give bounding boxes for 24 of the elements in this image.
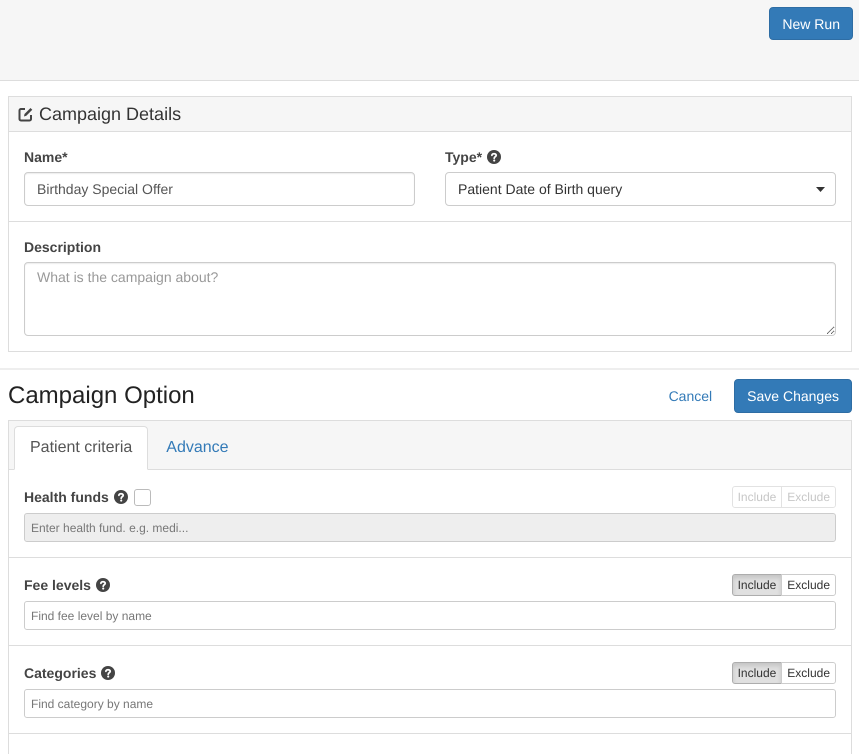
tab[interactable]: Advance: [150, 426, 245, 470]
toggle-button[interactable]: Exclude: [781, 574, 836, 596]
type-select[interactable]: Patient Date of Birth query: [445, 172, 836, 206]
toggle-button[interactable]: Exclude: [781, 662, 836, 684]
search-field[interactable]: Find category by name: [24, 689, 836, 718]
edit-icon: [18, 106, 33, 122]
toggle-button[interactable]: Include: [732, 574, 782, 596]
description-field[interactable]: What is the campaign about?: [24, 262, 836, 336]
name-input[interactable]: Birthday Special Offer: [24, 172, 415, 206]
criteria-label: Fee levels: [24, 577, 91, 593]
panel-title: Campaign Details: [39, 104, 182, 124]
new-run-button[interactable]: New Run: [769, 7, 853, 40]
criteria-label: Health funds: [24, 489, 109, 505]
section-title: Campaign Option: [8, 382, 195, 410]
search-field[interactable]: Find fee level by name: [24, 601, 836, 630]
field-label: Description: [24, 239, 102, 255]
save-changes-button[interactable]: Save Changes: [734, 379, 852, 413]
cancel-link[interactable]: Cancel: [668, 388, 712, 404]
field-label: Type*: [445, 149, 482, 165]
caret-icon: [816, 186, 825, 192]
toggle-button[interactable]: Include: [732, 662, 782, 684]
tab[interactable]: Patient criteria: [14, 426, 148, 470]
field-label: Name*: [24, 149, 68, 165]
criteria-label: Categories: [24, 665, 96, 681]
